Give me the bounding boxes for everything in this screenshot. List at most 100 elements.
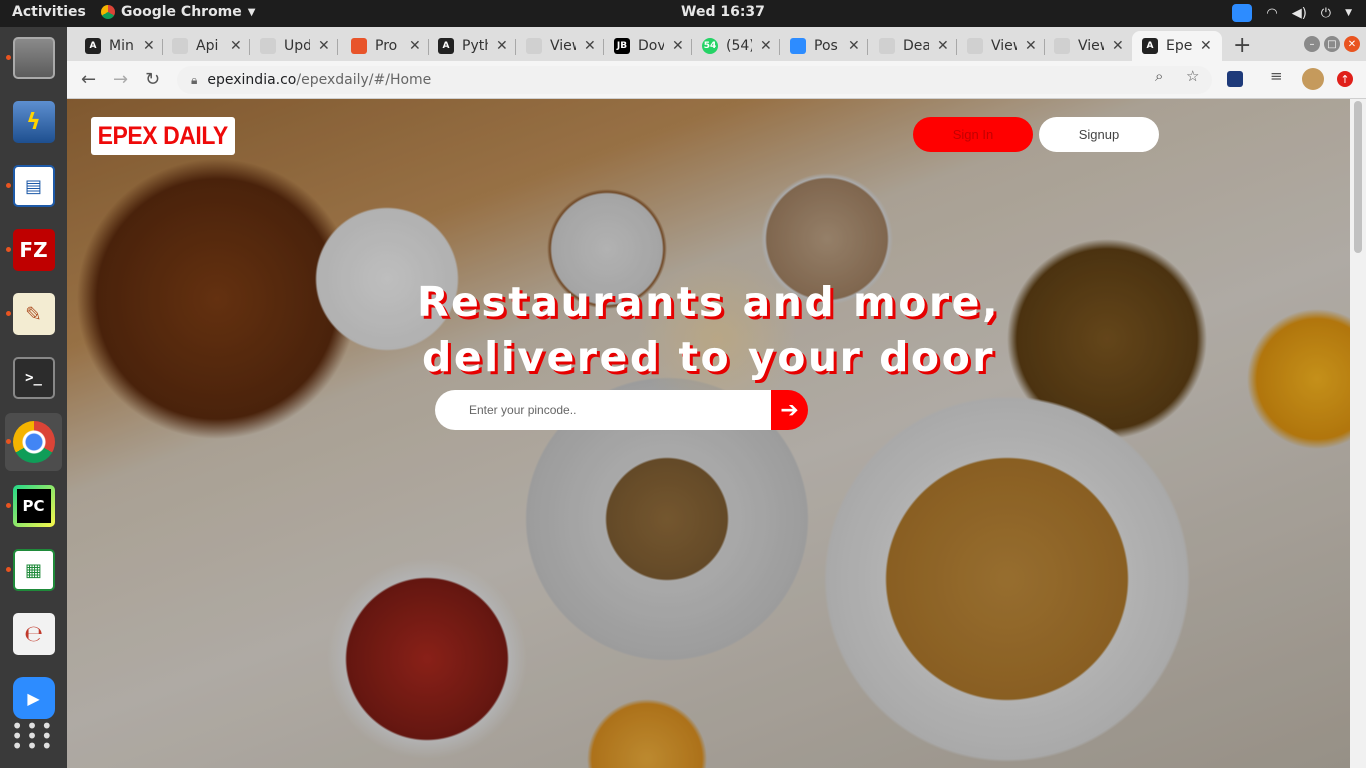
browser-tab[interactable]: Upd ✕: [260, 31, 338, 61]
browser-tab[interactable]: A Min ✕: [85, 31, 163, 61]
sign-in-button[interactable]: Sign In: [913, 117, 1033, 152]
tab-favicon-icon: A: [85, 38, 101, 54]
dock-terminal[interactable]: >_: [5, 349, 62, 407]
dock-libreoffice-calc[interactable]: ▦: [5, 541, 62, 599]
minimize-button[interactable]: –: [1304, 36, 1320, 52]
close-icon[interactable]: ✕: [143, 38, 155, 54]
close-icon[interactable]: ✕: [584, 38, 596, 54]
dock-document-viewer[interactable]: ℮: [5, 605, 62, 663]
close-icon[interactable]: ✕: [1200, 38, 1212, 54]
arrow-right-icon: ➔: [780, 397, 799, 423]
back-arrow-icon[interactable]: ←: [81, 69, 96, 90]
signup-button[interactable]: Signup: [1039, 117, 1159, 152]
browser-tab[interactable]: Pos ✕: [790, 31, 868, 61]
power-icon[interactable]: ⏻: [1321, 6, 1331, 21]
media-controls-icon[interactable]: ≡: [1270, 67, 1283, 85]
running-indicator: [6, 183, 11, 188]
activities-button[interactable]: Activities: [12, 4, 86, 20]
tab-title: Pyth: [462, 38, 488, 54]
close-icon[interactable]: ✕: [1112, 38, 1124, 54]
browser-tab[interactable]: 54 (54) ✕: [702, 31, 780, 61]
close-icon[interactable]: ✕: [496, 38, 508, 54]
wifi-icon[interactable]: ◠: [1266, 6, 1277, 21]
running-indicator: [6, 567, 11, 572]
dock-files[interactable]: [5, 29, 62, 87]
running-indicator: [6, 439, 11, 444]
volume-icon[interactable]: ◀): [1292, 6, 1307, 21]
close-icon[interactable]: ✕: [318, 38, 330, 54]
system-tray[interactable]: ◠ ◀) ⏻ ▼: [1232, 4, 1352, 22]
close-icon[interactable]: ✕: [409, 38, 421, 54]
browser-tab[interactable]: A Pyth ✕: [438, 31, 516, 61]
new-tab-button[interactable]: +: [1233, 33, 1251, 58]
clock[interactable]: Wed 16:37: [681, 4, 765, 20]
tab-title: (54): [726, 38, 752, 54]
filezilla-icon: FZ: [12, 229, 55, 271]
tab-title: View: [550, 38, 576, 54]
dock-remote-desktop[interactable]: ϟ: [5, 93, 62, 151]
dock-pycharm[interactable]: PC: [5, 477, 62, 535]
dock-text-editor[interactable]: ✎: [5, 285, 62, 343]
tab-title: Pos: [814, 38, 838, 54]
dock-chrome[interactable]: [5, 413, 62, 471]
close-icon[interactable]: ✕: [848, 38, 860, 54]
browser-tab[interactable]: JB Dov ✕: [614, 31, 692, 61]
tab-favicon-icon: [790, 38, 806, 54]
close-icon[interactable]: ✕: [937, 38, 949, 54]
browser-toolbar: ← → ↻ 🔒︎ epexindia.co/epexdaily/#/Home ⌕…: [67, 61, 1366, 99]
tab-favicon-icon: [260, 38, 276, 54]
zoom-lens-icon[interactable]: ⌕: [1155, 67, 1163, 85]
close-icon[interactable]: ✕: [230, 38, 242, 54]
url-host: epexindia.co: [207, 72, 297, 88]
chevron-down-icon[interactable]: ▼: [1345, 8, 1352, 18]
browser-tab[interactable]: Dea ✕: [879, 31, 957, 61]
scrollbar-thumb[interactable]: [1354, 101, 1362, 253]
browser-tab[interactable]: Pro ✕: [351, 31, 429, 61]
url-path: /epexdaily/#/Home: [296, 72, 432, 88]
maximize-button[interactable]: □: [1324, 36, 1340, 52]
app-menu[interactable]: Google Chrome ▼: [101, 4, 255, 20]
browser-tab[interactable]: View ✕: [1054, 31, 1124, 61]
tab-favicon-icon: [967, 38, 983, 54]
tab-title: Api: [196, 38, 219, 54]
close-window-button[interactable]: ✕: [1344, 36, 1360, 52]
profile-avatar[interactable]: [1302, 68, 1324, 90]
page-scrollbar[interactable]: [1350, 99, 1366, 768]
lock-icon[interactable]: 🔒︎: [191, 73, 197, 88]
tab-title: View: [991, 38, 1017, 54]
tab-favicon-icon: [879, 38, 895, 54]
close-icon[interactable]: ✕: [760, 38, 772, 54]
headline-line-2: delivered to your door: [422, 333, 995, 381]
document-icon: ▤: [12, 165, 55, 207]
bookmark-star-icon[interactable]: ☆: [1186, 67, 1199, 85]
pincode-input[interactable]: [435, 390, 775, 430]
extension-icon[interactable]: [1227, 71, 1243, 87]
chevron-down-icon: ▼: [247, 6, 256, 18]
reload-icon[interactable]: ↻: [145, 69, 160, 90]
browser-tab[interactable]: Api ✕: [172, 31, 250, 61]
running-indicator: [6, 247, 11, 252]
close-icon[interactable]: ✕: [672, 38, 684, 54]
dock-libreoffice-draw[interactable]: ▤: [5, 157, 62, 215]
address-bar[interactable]: 🔒︎ epexindia.co/epexdaily/#/Home: [177, 66, 1212, 94]
show-applications-button[interactable]: ••• ••• •••: [5, 707, 62, 765]
update-icon[interactable]: ↑: [1337, 71, 1353, 87]
hero-food-background: [67, 99, 1350, 768]
browser-tab[interactable]: View ✕: [967, 31, 1045, 61]
site-logo[interactable]: EPEX DAILY: [91, 117, 235, 155]
dock-filezilla[interactable]: FZ: [5, 221, 62, 279]
running-indicator: [6, 311, 11, 316]
dock: ϟ ▤ FZ ✎ >_ PC ▦ ℮ ▶ ••• ••• •••: [0, 27, 67, 768]
browser-tab[interactable]: View ✕: [526, 31, 604, 61]
close-icon[interactable]: ✕: [1025, 38, 1037, 54]
browser-tab-active[interactable]: A Epex ✕: [1132, 31, 1222, 61]
tab-favicon-icon: [351, 38, 367, 54]
running-indicator: [6, 503, 11, 508]
tab-favicon-icon: [172, 38, 188, 54]
submit-arrow-button[interactable]: ➔: [771, 390, 808, 430]
tab-title: Upd: [284, 38, 310, 54]
files-icon: [12, 37, 55, 79]
document-viewer-icon: ℮: [12, 613, 55, 655]
zoom-tray-icon[interactable]: [1232, 4, 1253, 22]
forward-arrow-icon[interactable]: →: [113, 69, 128, 90]
